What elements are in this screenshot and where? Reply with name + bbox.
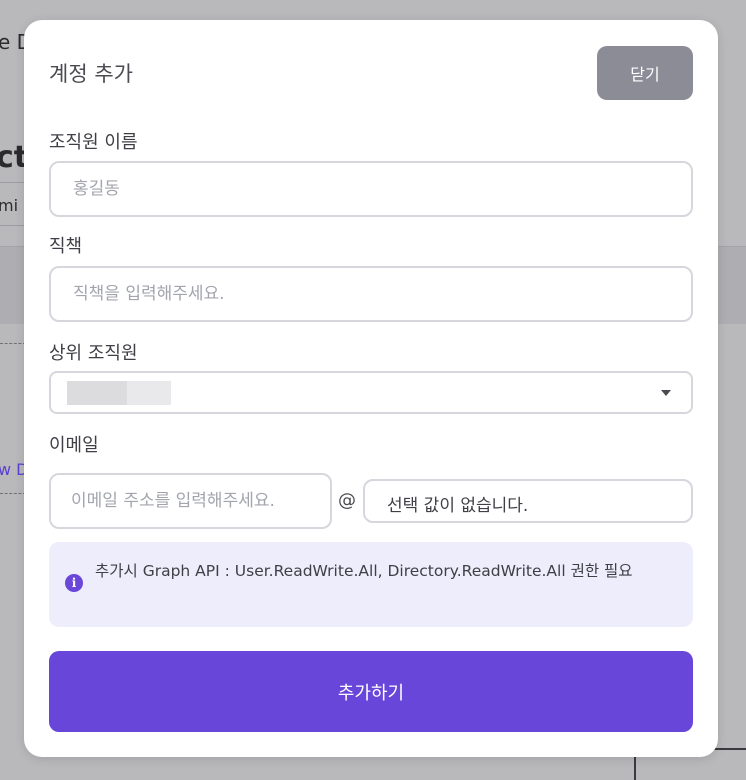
background-divider (0, 493, 26, 494)
member-name-label: 조직원 이름 (49, 132, 138, 153)
parent-member-select[interactable] (49, 371, 693, 414)
email-domain-select[interactable]: 선택 값이 없습니다. (363, 479, 693, 523)
position-input[interactable] (49, 266, 693, 322)
permission-notice: i 추가시 Graph API : User.ReadWrite.All, Di… (49, 542, 693, 627)
permission-notice-text: 추가시 Graph API : User.ReadWrite.All, Dire… (95, 562, 633, 580)
add-account-modal: 계정 추가 닫기 조직원 이름 직책 상위 조직원 이메일 @ 선택 값이 없습… (24, 20, 718, 757)
email-at-sign: @ (338, 490, 356, 511)
modal-title: 계정 추가 (49, 62, 133, 86)
email-local-input[interactable] (49, 473, 332, 529)
background-input-text-fragment: mi (0, 196, 19, 215)
info-icon: i (65, 574, 83, 592)
add-account-button[interactable]: 추가하기 (49, 651, 693, 732)
email-domain-value: 선택 값이 없습니다. (387, 496, 529, 516)
position-label: 직책 (49, 236, 83, 257)
parent-member-selected-value-placeholder (67, 381, 171, 405)
chevron-down-icon (661, 390, 671, 396)
email-label: 이메일 (49, 435, 99, 456)
background-divider (0, 343, 26, 344)
member-name-input[interactable] (49, 161, 693, 217)
parent-member-label: 상위 조직원 (49, 343, 138, 364)
close-button[interactable]: 닫기 (597, 46, 693, 100)
